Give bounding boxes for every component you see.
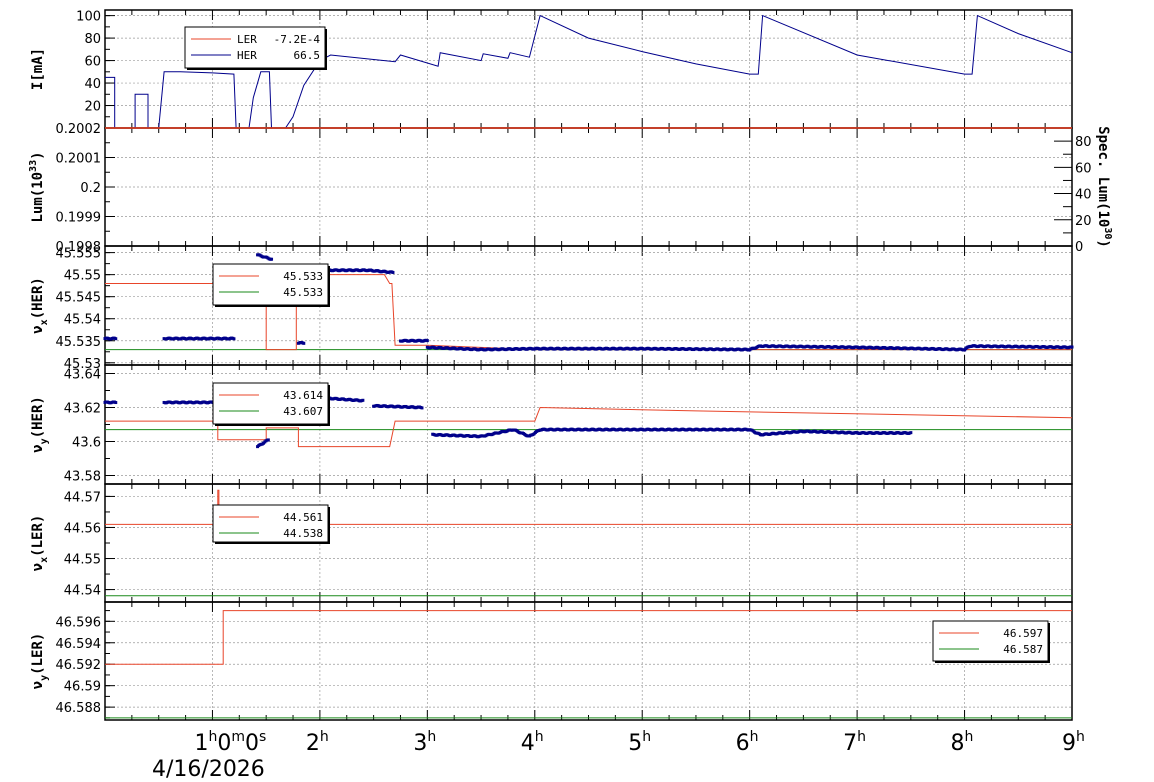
measured-point <box>1070 345 1074 349</box>
y2-tick-label: 40 <box>1075 188 1092 203</box>
y-tick-label: 46.592 <box>56 658 102 673</box>
legend-value: 46.597 <box>1003 627 1043 640</box>
legend-value: -7.2E-4 <box>274 33 321 46</box>
y-tick-label: 20 <box>84 100 101 115</box>
accelerator-monitor-chart: 20406080100I[mA]LER -7.2E-4HER 66.50.19980… <box>0 0 1154 782</box>
y2-tick-label: 20 <box>1075 214 1092 229</box>
y-tick-label: 0.2002 <box>56 122 102 137</box>
x-tick-label: 1h0m0s <box>194 729 266 756</box>
y2-tick-label: 80 <box>1075 135 1092 150</box>
measured-point <box>114 401 118 405</box>
y-tick-label: 45.55 <box>64 269 101 284</box>
y-tick-label: 0.2 <box>80 181 101 196</box>
measured-point <box>270 257 274 261</box>
legend-value: 45.533 <box>283 270 323 283</box>
legend-value: 44.561 <box>283 511 323 524</box>
y-tick-label: 45.545 <box>56 291 102 306</box>
measured-point <box>232 337 236 341</box>
legend: 43.614 43.607 <box>212 382 330 426</box>
legend-value: 44.538 <box>283 527 323 540</box>
y-tick-label: 44.57 <box>64 490 101 505</box>
y-tick-label: 0.1999 <box>56 211 102 226</box>
y-tick-label: 100 <box>76 10 101 25</box>
y-tick-label: 44.54 <box>64 584 101 599</box>
y2-tick-label: 0 <box>1075 240 1083 255</box>
measured-point <box>302 341 306 345</box>
measured-point <box>420 406 424 410</box>
legend-value: 45.533 <box>283 286 323 299</box>
date-label: 4/16/2026 <box>152 757 265 782</box>
measured-point <box>361 398 365 402</box>
legend: 45.533 45.533 <box>212 263 330 307</box>
measured-point <box>114 337 118 341</box>
legend-value: 66.5 <box>294 49 321 62</box>
y-tick-label: 43.6 <box>72 436 101 451</box>
y-tick-label: 45.535 <box>56 335 102 350</box>
y-tick-label: 0.2001 <box>56 152 102 167</box>
y-tick-label: 46.594 <box>56 637 102 652</box>
y-tick-label: 43.58 <box>64 470 101 485</box>
y-tick-label: 44.55 <box>64 553 101 568</box>
y-tick-label: 43.64 <box>64 368 101 383</box>
legend: 46.597 46.587 <box>932 620 1050 663</box>
y-tick-label: 40 <box>84 77 101 92</box>
y-tick-label: 80 <box>84 32 101 47</box>
y-tick-label: 45.54 <box>64 313 101 328</box>
y-tick-label: 60 <box>84 55 101 70</box>
y-tick-label: 46.596 <box>56 615 102 630</box>
measured-point <box>391 270 395 274</box>
y-tick-label: 44.56 <box>64 521 101 536</box>
y-tick-label: 43.62 <box>64 402 101 417</box>
legend-value: 46.587 <box>1003 643 1043 656</box>
legend-name: LER <box>237 33 257 46</box>
legend-value: 43.614 <box>283 389 323 402</box>
legend-name: HER <box>237 49 257 62</box>
y-axis-label: I[mA] <box>30 48 46 90</box>
legend: LER -7.2E-4 HER 66.5 <box>184 26 327 70</box>
legend: 44.561 44.538 <box>212 504 330 544</box>
y-tick-label: 45.555 <box>56 247 102 262</box>
y2-tick-label: 60 <box>1075 161 1092 176</box>
legend-value: 43.607 <box>283 405 323 418</box>
measured-point <box>266 438 270 442</box>
measured-point <box>909 431 913 435</box>
y-tick-label: 46.59 <box>64 680 101 695</box>
measured-point <box>425 339 429 343</box>
y-tick-label: 46.588 <box>56 701 102 716</box>
